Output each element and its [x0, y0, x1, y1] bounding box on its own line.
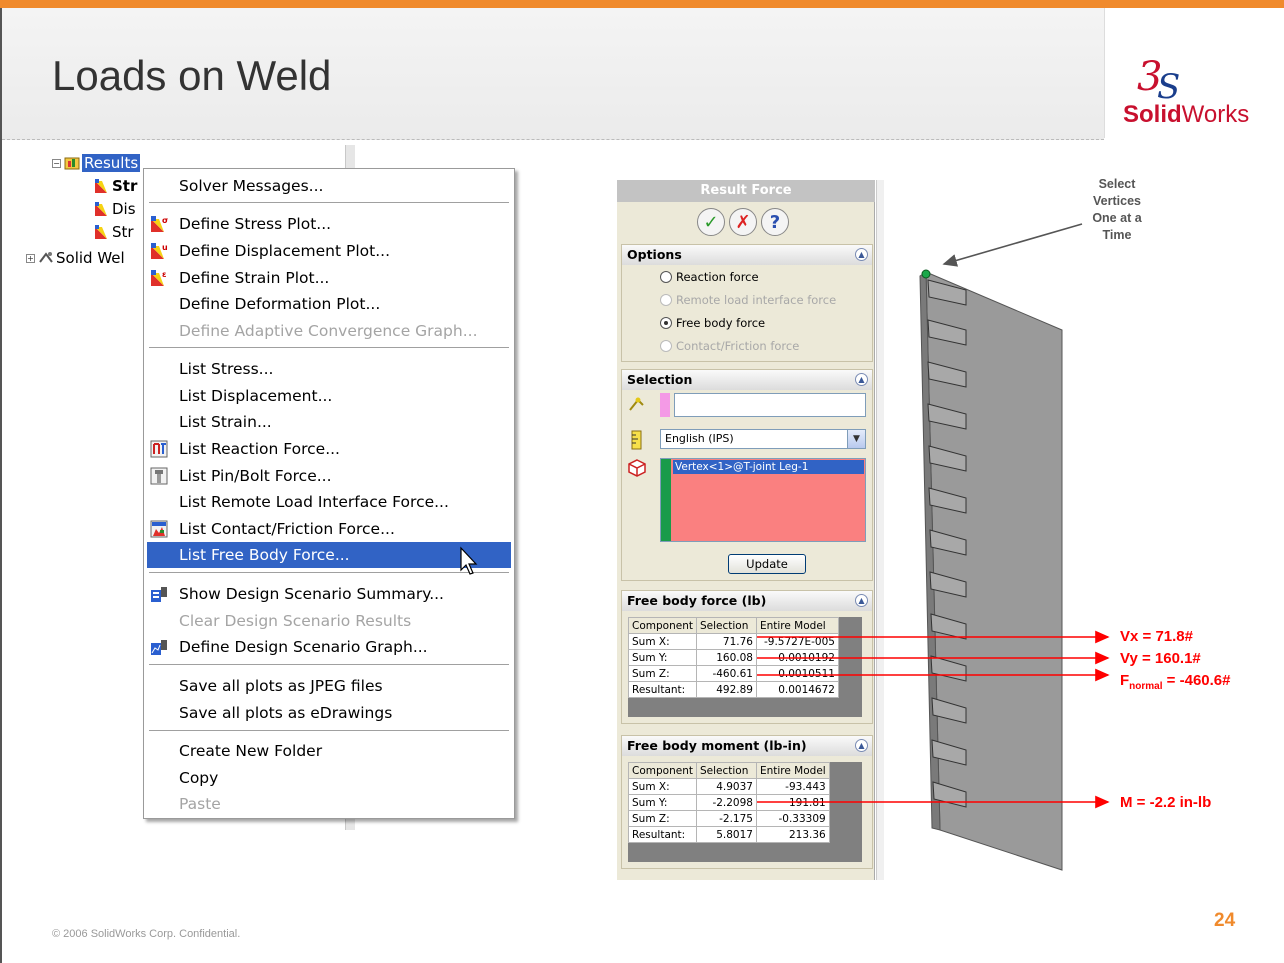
fnormal-symbol: F	[1120, 672, 1130, 689]
annotation-arrows	[757, 223, 1110, 809]
callout-arrow	[942, 223, 1083, 267]
footer-copyright: © 2006 SolidWorks Corp. Confidential.	[52, 928, 241, 940]
fnormal-label: Fnormal = -460.6#	[1120, 672, 1230, 692]
fnormal-subscript: normal	[1129, 681, 1163, 692]
vx-label: Vx = 71.8#	[1120, 628, 1193, 645]
vy-label: Vy = 160.1#	[1120, 650, 1201, 667]
moment-label: M = -2.2 in-lb	[1120, 794, 1212, 811]
page-number: 24	[1214, 910, 1236, 931]
fnormal-value: = -460.6#	[1162, 672, 1231, 689]
